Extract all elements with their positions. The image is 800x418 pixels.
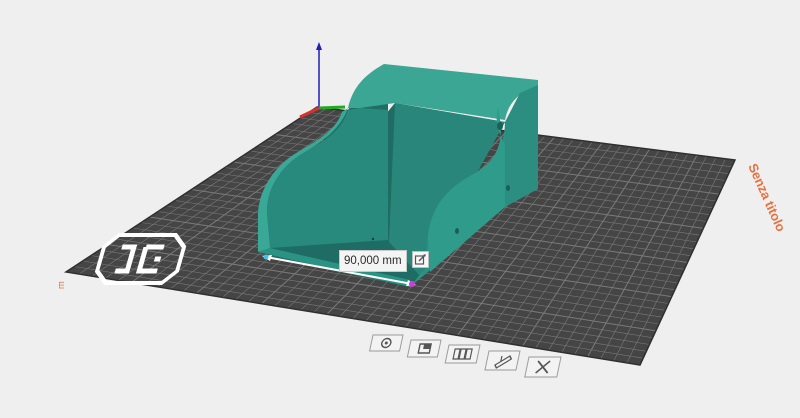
delete-icon[interactable] — [524, 356, 562, 378]
axis-gizmo — [299, 42, 346, 119]
edit-icon[interactable] — [412, 251, 429, 268]
ruler-icon[interactable] — [484, 350, 521, 371]
bed-name-label: Senza titolo — [745, 161, 788, 234]
arrange-icon[interactable] — [444, 344, 481, 364]
edit-icon-glyph — [414, 254, 426, 265]
3d-viewport[interactable]: Senza titolo ш 90,000 mm — [0, 0, 800, 418]
target-icon[interactable] — [368, 334, 404, 352]
layer-icon[interactable] — [406, 339, 442, 358]
measurement-value-label: 90,000 mm — [339, 250, 407, 272]
front-edge-label: ш — [56, 281, 66, 289]
scene-canvas[interactable]: Senza titolo ш — [0, 0, 800, 418]
